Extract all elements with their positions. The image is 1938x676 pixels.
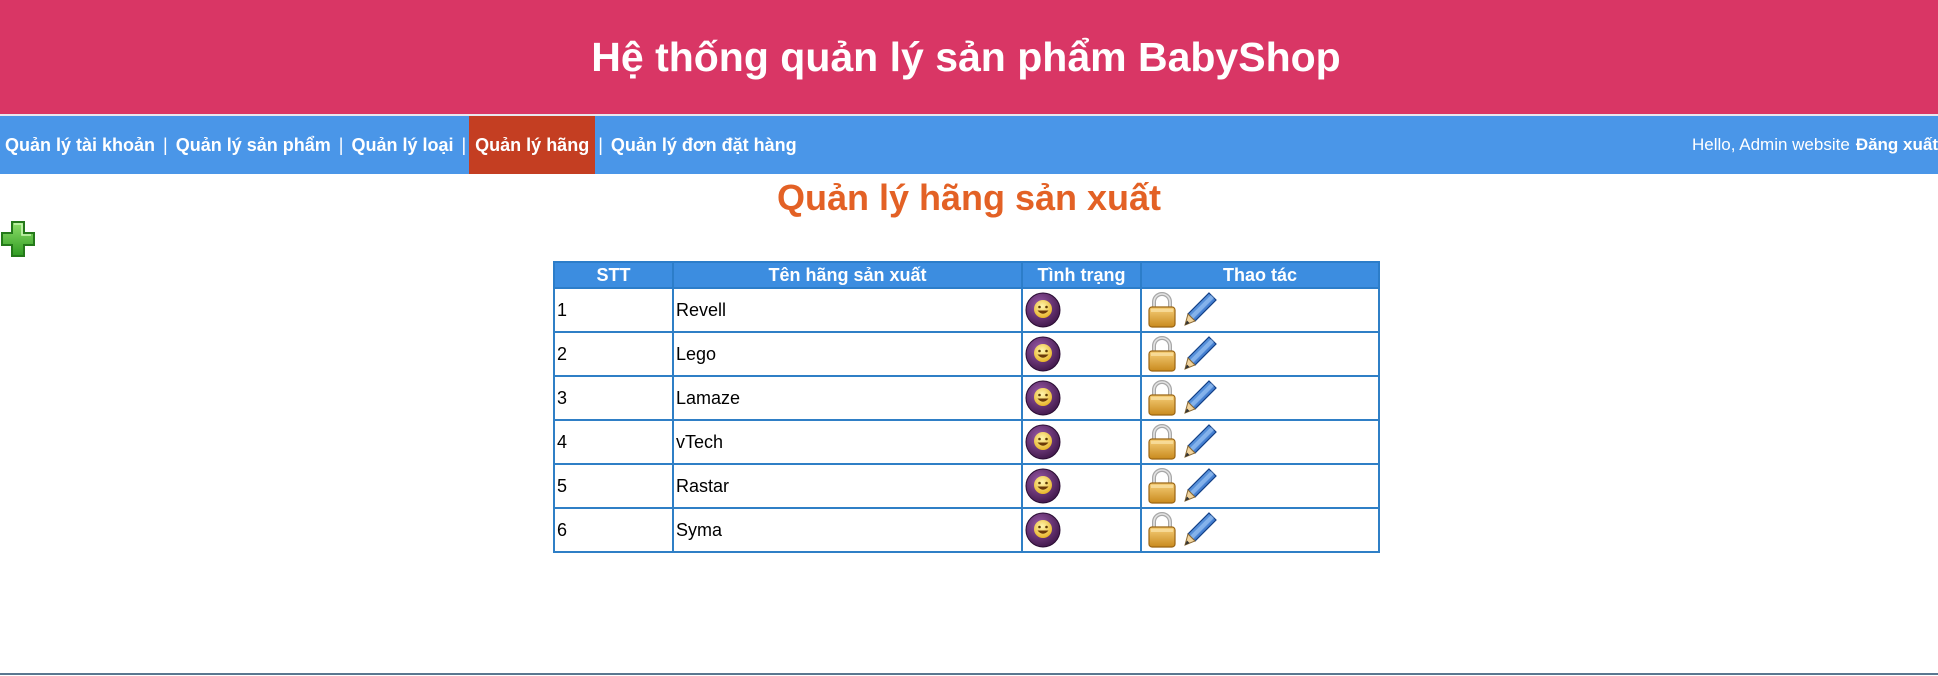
column-header-name: Tên hãng sản xuất [672,261,1023,289]
column-header-stt: STT [553,261,674,289]
nav-item-accounts[interactable]: Quản lý tài khoản [0,116,160,174]
smiley-status-icon[interactable] [1025,468,1061,504]
cell-status [1021,419,1142,465]
column-header-status: Tình trạng [1021,261,1142,289]
nav-item-brands[interactable]: Quản lý hãng [469,116,596,174]
page-title: Quản lý hãng sản xuất [776,177,1162,218]
nav-item-orders[interactable]: Quản lý đơn đặt hàng [606,116,802,174]
user-greeting: Hello, Admin website [1692,135,1850,154]
app-title: Hệ thống quản lý sản phẩm BabyShop [591,33,1341,80]
logout-link[interactable]: Đăng xuất [1856,135,1938,155]
lock-icon[interactable] [1144,378,1180,418]
app-header: Hệ thống quản lý sản phẩm BabyShop [0,0,1938,114]
cell-brand-name: Lamaze [672,375,1023,421]
cell-actions [1140,419,1380,465]
nav-menu: Quản lý tài khoản | Quản lý sản phẩm | Q… [0,116,802,174]
user-area: Hello, Admin website Đăng xuất [1692,116,1938,174]
column-header-actions: Thao tác [1140,261,1380,289]
table-row: 5 Rastar [553,463,1380,509]
pencil-edit-icon[interactable] [1182,334,1218,374]
lock-icon[interactable] [1144,422,1180,462]
cell-status [1021,375,1142,421]
smiley-status-icon[interactable] [1025,380,1061,416]
table-row: 2 Lego [553,331,1380,377]
pencil-edit-icon[interactable] [1182,290,1218,330]
table-row: 4 vTech [553,419,1380,465]
smiley-status-icon[interactable] [1025,336,1061,372]
table-row: 6 Syma [553,507,1380,553]
pencil-edit-icon[interactable] [1182,422,1218,462]
cell-status [1021,287,1142,333]
lock-icon[interactable] [1144,290,1180,330]
nav-separator: | [338,134,344,155]
lock-icon[interactable] [1144,334,1180,374]
footer-divider [0,673,1938,675]
lock-icon[interactable] [1144,466,1180,506]
lock-icon[interactable] [1144,510,1180,550]
table-row: 3 Lamaze [553,375,1380,421]
cell-status [1021,507,1142,553]
cell-brand-name: vTech [672,419,1023,465]
brands-table: STT Tên hãng sản xuất Tình trạng Thao tá… [553,261,1380,553]
cell-brand-name: Lego [672,331,1023,377]
cell-stt: 1 [553,287,674,333]
nav-bar: Quản lý tài khoản | Quản lý sản phẩm | Q… [0,116,1938,174]
cell-actions [1140,463,1380,509]
cell-actions [1140,507,1380,553]
cell-brand-name: Revell [672,287,1023,333]
cell-stt: 3 [553,375,674,421]
table-row: 1 Revell [553,287,1380,333]
plus-icon[interactable] [0,219,36,259]
cell-actions [1140,375,1380,421]
smiley-status-icon[interactable] [1025,292,1061,328]
cell-brand-name: Syma [672,507,1023,553]
cell-actions [1140,331,1380,377]
smiley-status-icon[interactable] [1025,512,1061,548]
nav-item-categories[interactable]: Quản lý loại [346,116,458,174]
cell-stt: 4 [553,419,674,465]
cell-actions [1140,287,1380,333]
cell-stt: 5 [553,463,674,509]
table-header-row: STT Tên hãng sản xuất Tình trạng Thao tá… [553,261,1380,289]
cell-stt: 2 [553,331,674,377]
nav-separator: | [163,134,168,155]
smiley-status-icon[interactable] [1025,424,1061,460]
table-body: 1 Revell 2 Lego 3 Lamaze 4 vTech 5 Rasta… [553,287,1380,553]
pencil-edit-icon[interactable] [1182,510,1218,550]
cell-stt: 6 [553,507,674,553]
nav-separator: | [461,134,467,155]
cell-brand-name: Rastar [672,463,1023,509]
nav-item-products[interactable]: Quản lý sản phẩm [171,116,336,174]
pencil-edit-icon[interactable] [1182,378,1218,418]
pencil-edit-icon[interactable] [1182,466,1218,506]
cell-status [1021,331,1142,377]
cell-status [1021,463,1142,509]
nav-separator: | [598,134,603,155]
